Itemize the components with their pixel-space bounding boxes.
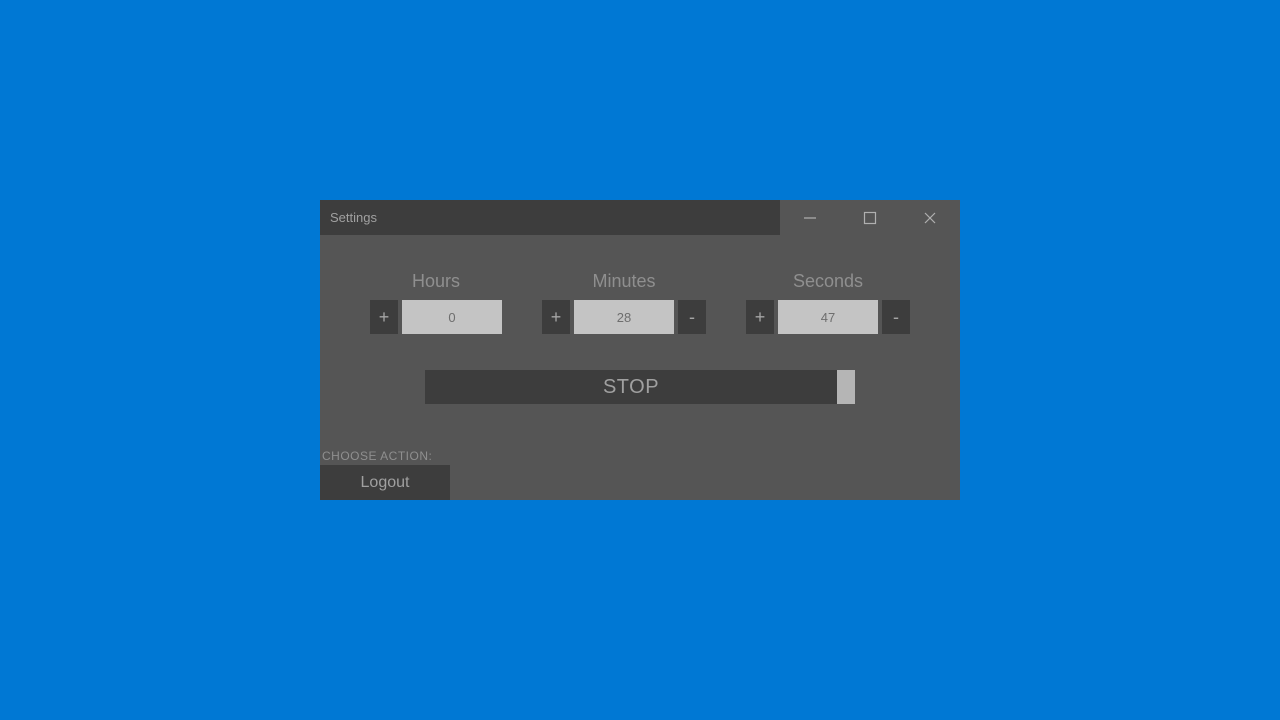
hours-input[interactable] (402, 300, 502, 334)
minutes-stepper: + - (542, 300, 706, 334)
minutes-input[interactable] (574, 300, 674, 334)
main-button-container: STOP (425, 370, 855, 404)
main-button-dropdown[interactable] (837, 370, 855, 404)
seconds-label: Seconds (793, 271, 863, 292)
minutes-plus-button[interactable]: + (542, 300, 570, 334)
action-select[interactable]: Logout (320, 465, 450, 500)
timer-row: Hours + Minutes + - Seconds + (320, 271, 960, 334)
seconds-minus-button[interactable]: - (882, 300, 910, 334)
seconds-plus-button[interactable]: + (746, 300, 774, 334)
minutes-group: Minutes + - (542, 271, 706, 334)
choose-action-label: CHOOSE ACTION: (320, 449, 450, 463)
stop-button[interactable]: STOP (425, 370, 837, 404)
seconds-stepper: + - (746, 300, 910, 334)
hours-plus-button[interactable]: + (370, 300, 398, 334)
window-controls (780, 200, 960, 235)
hours-label: Hours (412, 271, 460, 292)
maximize-icon (863, 211, 877, 225)
minutes-minus-button[interactable]: - (678, 300, 706, 334)
footer: CHOOSE ACTION: Logout (320, 449, 450, 500)
main-button-row: STOP (320, 370, 960, 404)
close-button[interactable] (900, 200, 960, 235)
minimize-button[interactable] (780, 200, 840, 235)
settings-menu[interactable]: Settings (330, 210, 377, 225)
minutes-label: Minutes (592, 271, 655, 292)
maximize-button[interactable] (840, 200, 900, 235)
titlebar: Settings (320, 200, 960, 235)
hours-stepper: + (370, 300, 502, 334)
close-icon (923, 211, 937, 225)
minimize-icon (803, 211, 817, 225)
titlebar-menu-area: Settings (320, 200, 780, 235)
seconds-input[interactable] (778, 300, 878, 334)
content-area: Hours + Minutes + - Seconds + (320, 235, 960, 404)
app-window: Settings Hours + Minutes (320, 200, 960, 500)
hours-group: Hours + (370, 271, 502, 334)
seconds-group: Seconds + - (746, 271, 910, 334)
